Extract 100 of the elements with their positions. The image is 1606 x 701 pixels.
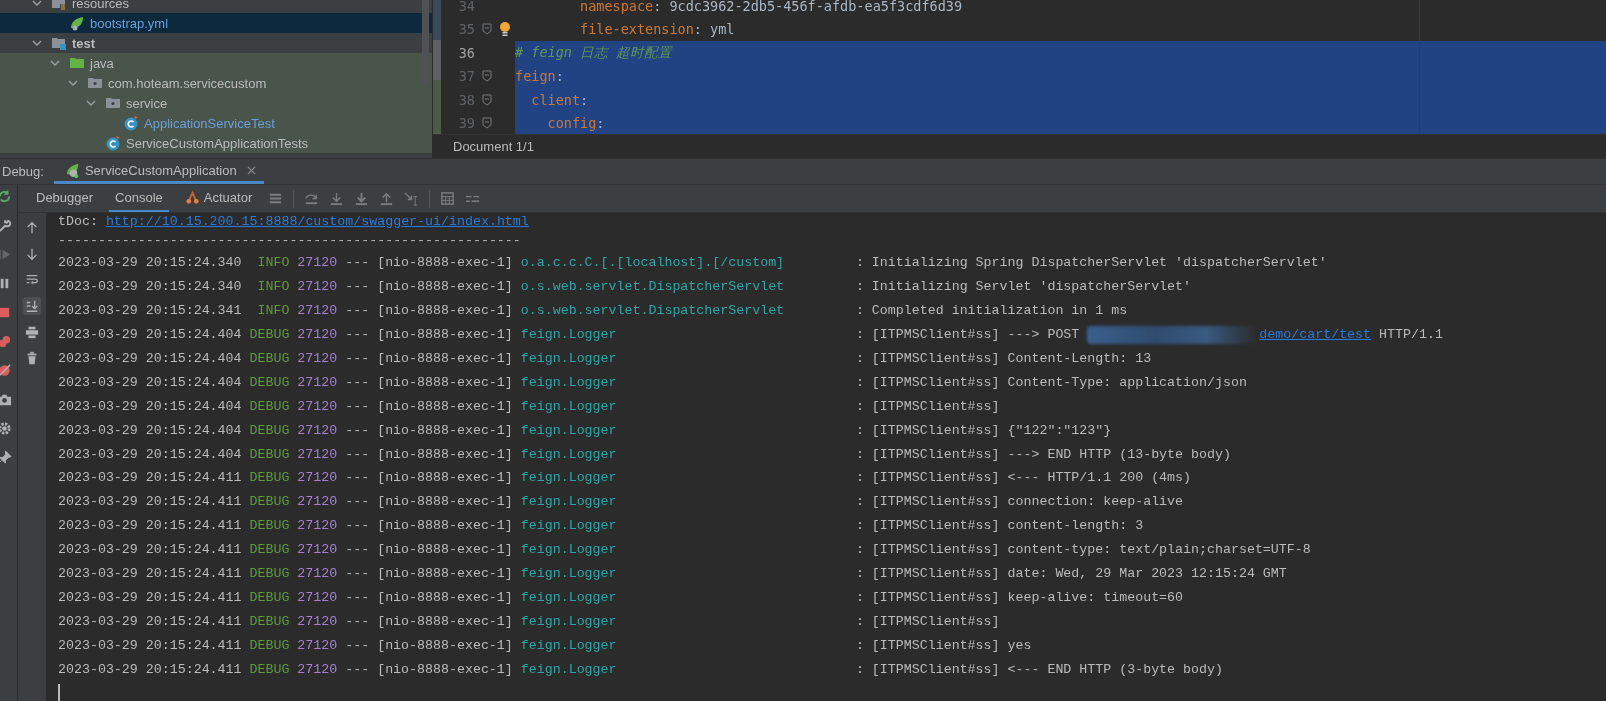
tree-row[interactable]: ApplicationServiceTest <box>0 113 432 133</box>
thread-name: [nio-8888-exec-1] <box>377 398 513 414</box>
step-out-icon[interactable] <box>379 191 395 206</box>
logger-name: o.s.web.servlet.DispatcherServlet <box>520 279 785 295</box>
log-timestamp: 2023-03-29 20:15:24.411 <box>58 542 242 558</box>
thread-name: [nio-8888-exec-1] <box>377 494 513 510</box>
package-folder-icon <box>105 95 121 111</box>
tree-item-label[interactable]: resources <box>72 0 130 11</box>
log-level: DEBUG <box>249 446 290 462</box>
process-id: 27120 <box>297 279 338 295</box>
change-marker[interactable] <box>433 0 441 40</box>
process-id: 27120 <box>297 589 338 605</box>
change-marker[interactable] <box>433 80 441 134</box>
process-id: 27120 <box>297 398 338 414</box>
tree-row[interactable]: ServiceCustomApplicationTests <box>0 133 432 153</box>
rerun-icon[interactable] <box>0 189 12 204</box>
calculator-icon[interactable] <box>440 191 456 206</box>
scrollbar[interactable] <box>422 0 429 86</box>
log-message: : [ITPMSClient#ss] Content-Type: application/json <box>855 374 1247 390</box>
breadcrumb[interactable]: Document 1/1 <box>453 139 534 154</box>
chevron-icon[interactable] <box>32 38 42 48</box>
view-tab[interactable]: Debugger <box>30 185 100 212</box>
tree-row[interactable]: service <box>0 93 432 113</box>
step-over-icon[interactable] <box>304 191 320 206</box>
fold-marker-icon[interactable] <box>482 117 492 130</box>
package-folder-icon <box>87 75 103 91</box>
log-timestamp: 2023-03-29 20:15:24.340 <box>58 279 242 295</box>
log-timestamp: 2023-03-29 20:15:24.411 <box>58 470 242 486</box>
thread-name: [nio-8888-exec-1] <box>377 637 513 653</box>
close-icon[interactable] <box>246 165 256 175</box>
thread-name: [nio-8888-exec-1] <box>377 351 513 366</box>
log-level: DEBUG <box>249 566 290 581</box>
tree-row[interactable]: resources <box>0 0 432 13</box>
logger-name: feign.Logger <box>520 613 617 629</box>
console-link[interactable]: demo/cart/test <box>1259 327 1372 343</box>
tab-label: Debugger <box>36 190 94 205</box>
log-separator: --- <box>345 327 370 343</box>
run-to-cursor-icon[interactable] <box>404 191 420 206</box>
step-into-icon[interactable] <box>329 191 345 206</box>
yaml-value: yml <box>710 21 735 38</box>
menu-icon[interactable] <box>268 191 284 206</box>
breakpoints-icon[interactable] <box>0 334 12 349</box>
logger-name: feign.Logger <box>520 470 617 486</box>
force-step-into-icon[interactable] <box>354 191 370 206</box>
tree-item-label[interactable]: bootstrap.yml <box>90 15 169 31</box>
log-separator: --- <box>345 542 370 558</box>
line-number: 34 <box>457 0 475 14</box>
logger-name: o.a.c.c.C.[.[localhost].[/custom] <box>520 255 785 271</box>
log-separator: --- <box>345 613 370 629</box>
leaf-file-icon <box>69 15 85 31</box>
tree-row[interactable]: test <box>0 33 432 53</box>
tree-item-label[interactable]: com.hoteam.servicecustom <box>108 75 267 91</box>
leaf-bug-icon <box>65 162 81 178</box>
thread-name: [nio-8888-exec-1] <box>377 661 513 677</box>
log-separator: --- <box>345 446 370 462</box>
gear-icon[interactable] <box>0 421 12 436</box>
log-timestamp: 2023-03-29 20:15:24.404 <box>58 374 242 390</box>
tree-item-label[interactable]: test <box>72 35 96 51</box>
tree-row[interactable]: com.hoteam.servicecustom <box>0 73 432 93</box>
mute-breakpoints-icon[interactable] <box>0 363 12 378</box>
log-message: : [ITPMSClient#ss] keep-alive: timeout=60 <box>855 589 1184 605</box>
stop-icon[interactable] <box>0 305 12 320</box>
wrench-icon[interactable] <box>0 218 12 233</box>
change-marker[interactable] <box>433 40 441 80</box>
process-id: 27120 <box>297 494 338 510</box>
tree-item-label[interactable]: service <box>126 95 168 111</box>
tree-item-label[interactable]: ApplicationServiceTest <box>144 115 275 131</box>
log-message: : Initializing Servlet 'dispatcherServlet' <box>855 279 1192 295</box>
scroll-to-end-icon[interactable] <box>23 297 41 315</box>
test-class-icon <box>123 115 139 131</box>
logger-name: feign.Logger <box>520 566 617 581</box>
chevron-icon[interactable] <box>50 58 60 68</box>
log-timestamp: 2023-03-29 20:15:24.404 <box>58 327 242 343</box>
fold-marker-icon[interactable] <box>482 23 492 36</box>
tree-item-label[interactable]: java <box>90 55 114 71</box>
log-separator: --- <box>345 661 370 677</box>
thread-name: [nio-8888-exec-1] <box>377 303 513 319</box>
camera-icon[interactable] <box>0 392 12 407</box>
console-text: ---------------------------------------------------------- <box>58 232 521 248</box>
chevron-icon[interactable] <box>86 98 96 108</box>
fold-marker-icon[interactable] <box>482 70 492 83</box>
logger-name: feign.Logger <box>520 422 617 438</box>
logger-name: feign.Logger <box>520 661 617 677</box>
tree-row[interactable]: bootstrap.yml <box>0 13 432 33</box>
tree-row[interactable]: java <box>0 53 432 73</box>
thread-name: [nio-8888-exec-1] <box>377 255 513 271</box>
log-timestamp: 2023-03-29 20:15:24.404 <box>58 351 242 366</box>
chevron-icon[interactable] <box>68 78 78 88</box>
log-message: : [ITPMSClient#ss] ---> END HTTP (13-byte body) <box>855 446 1231 462</box>
tree-item-label[interactable]: ServiceCustomApplicationTests <box>126 135 309 151</box>
view-tab[interactable]: Actuator <box>178 185 259 212</box>
process-id: 27120 <box>297 422 338 438</box>
fold-marker-icon[interactable] <box>482 93 492 106</box>
lightbulb-icon[interactable] <box>499 21 511 38</box>
console-link[interactable]: http://10.15.200.15:8888/custom/swagger-ui/index.html <box>105 213 529 229</box>
chevron-icon[interactable] <box>32 0 42 8</box>
log-timestamp: 2023-03-29 20:15:24.411 <box>58 589 242 605</box>
log-level: DEBUG <box>249 374 290 390</box>
log-message: : [ITPMSClient#ss] connection: keep-alive <box>855 494 1184 510</box>
pin-icon[interactable] <box>0 450 12 465</box>
